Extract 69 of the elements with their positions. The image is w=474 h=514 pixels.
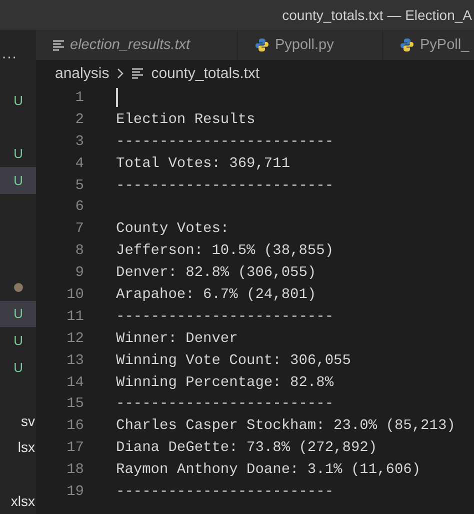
line-number: 18 xyxy=(66,462,84,478)
code-line: Winning Percentage: 82.8% xyxy=(116,374,334,391)
status-letter: U xyxy=(14,92,23,108)
line-number: 17 xyxy=(66,440,84,456)
status-letter: U xyxy=(14,360,23,375)
line-number: 2 xyxy=(74,112,84,128)
file-row[interactable]: U xyxy=(0,140,36,168)
code-line: Winning Vote Count: 306,055 xyxy=(116,352,351,369)
code-line: ------------------------- xyxy=(116,134,334,150)
code-line: ------------------------- xyxy=(116,484,334,500)
line-number: 12 xyxy=(66,330,84,347)
status-letter: U xyxy=(14,333,23,348)
line-number: 10 xyxy=(66,286,84,303)
line-number: 11 xyxy=(66,308,84,325)
status-letter: U xyxy=(14,306,23,322)
file-name[interactable]: xlsx xyxy=(10,492,35,509)
line-number: 13 xyxy=(66,352,84,369)
file-name[interactable]: lsx xyxy=(18,439,35,456)
editor-tab[interactable]: election_results.txt xyxy=(36,30,238,60)
tab-label: election_results.txt xyxy=(70,37,190,53)
window-title: county_totals.txt — Election_A xyxy=(282,7,472,23)
line-number: 15 xyxy=(66,396,84,412)
file-row[interactable]: U xyxy=(0,87,36,114)
breadcrumb-folder[interactable]: analysis xyxy=(55,65,110,82)
code-line: County Votes: xyxy=(116,221,230,238)
tab-label: Pypoll.py xyxy=(275,37,334,53)
line-number: 5 xyxy=(74,178,84,194)
file-row[interactable]: U xyxy=(0,167,36,194)
editor-tab[interactable]: PyPoll_ xyxy=(383,30,474,60)
python-icon xyxy=(255,38,269,52)
code-line: ------------------------- xyxy=(116,308,334,325)
chevron-right-icon xyxy=(117,68,124,79)
python-icon xyxy=(400,38,414,52)
code-line: Raymon Anthony Doane: 3.1% (11,606) xyxy=(116,462,421,478)
file-name[interactable]: sv xyxy=(21,412,35,429)
code-line: Jefferson: 10.5% (38,855) xyxy=(116,243,334,260)
file-row[interactable]: U xyxy=(0,327,36,354)
line-number: 3 xyxy=(74,134,84,150)
breadcrumb-file[interactable]: county_totals.txt xyxy=(151,65,260,82)
line-number: 9 xyxy=(74,265,84,282)
line-number: 4 xyxy=(74,156,84,172)
code-line: Total Votes: 369,711 xyxy=(116,156,290,172)
line-number: 16 xyxy=(66,418,84,434)
code-line: ------------------------- xyxy=(116,396,334,412)
editor-tab[interactable]: Pypoll.py xyxy=(238,30,383,60)
status-letter: U xyxy=(14,172,23,188)
code-line: Winner: Denver xyxy=(116,330,238,347)
text-file-icon xyxy=(53,40,64,50)
file-row[interactable]: xlsx xyxy=(0,487,36,514)
code-line: Diana DeGette: 73.8% (272,892) xyxy=(116,440,378,456)
code-line: Denver: 82.8% (306,055) xyxy=(116,265,316,282)
tab-label: PyPoll_ xyxy=(420,37,470,53)
file-row[interactable]: lsx xyxy=(0,434,36,461)
more-icon[interactable]: ··· xyxy=(2,51,18,66)
file-row[interactable]: U xyxy=(0,300,36,328)
file-row[interactable]: U xyxy=(0,354,36,381)
file-row[interactable]: sv xyxy=(0,407,36,434)
code-line: ------------------------- xyxy=(116,178,334,194)
code-line: Election Results xyxy=(116,112,256,128)
line-number: 1 xyxy=(74,90,84,106)
line-number: 6 xyxy=(74,199,84,216)
line-number: 8 xyxy=(74,243,84,260)
line-number: 19 xyxy=(66,484,84,500)
code-line: Charles Casper Stockham: 23.0% (85,213) xyxy=(116,418,456,434)
code-line: Arapahoe: 6.7% (24,801) xyxy=(116,286,316,303)
status-letter: U xyxy=(14,146,23,162)
text-file-icon xyxy=(132,68,144,79)
line-number: 14 xyxy=(66,374,84,391)
line-number: 7 xyxy=(74,221,84,238)
